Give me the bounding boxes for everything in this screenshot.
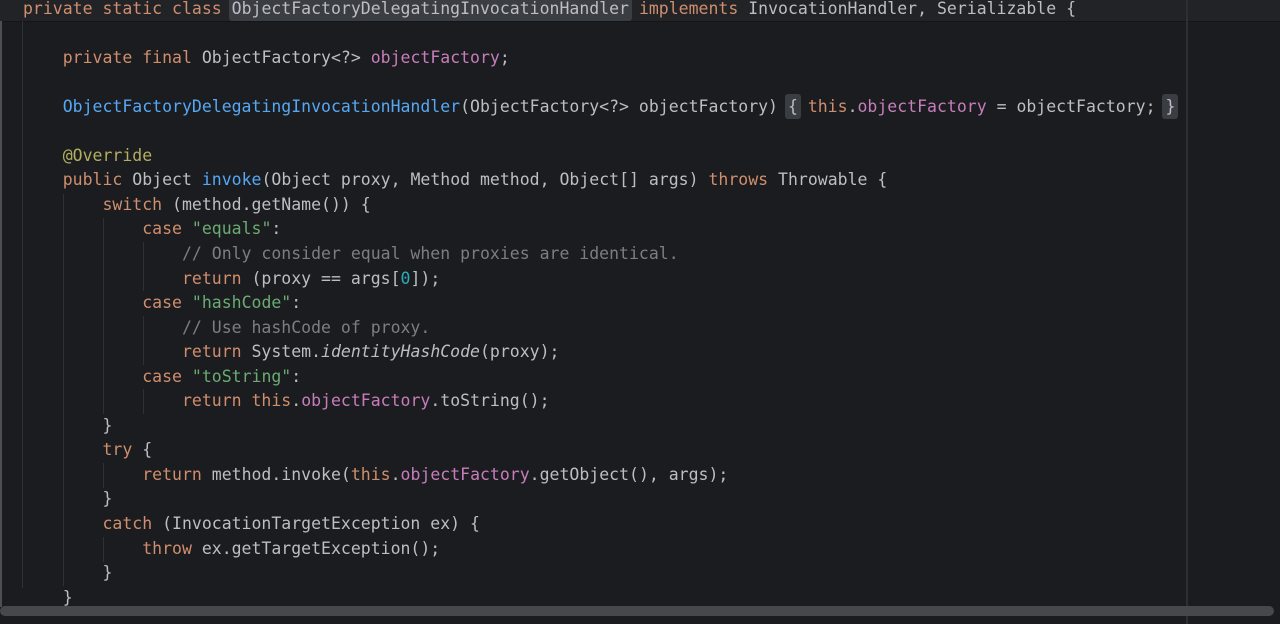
code-line: catch (InvocationTargetException ex) { bbox=[23, 512, 1175, 537]
code-line: return method.invoke(this.objectFactory.… bbox=[23, 463, 1175, 488]
code-line: } bbox=[23, 487, 1175, 512]
code-line: ObjectFactoryDelegatingInvocationHandler… bbox=[23, 95, 1175, 120]
right-margin-guide bbox=[1186, 0, 1188, 624]
gutter-edge-strip bbox=[0, 21, 2, 607]
code-line bbox=[23, 21, 1175, 46]
code-line: return (proxy == args[0]); bbox=[23, 267, 1175, 292]
code-line: // Use hashCode of proxy. bbox=[23, 316, 1175, 341]
code-line: case "hashCode": bbox=[23, 291, 1175, 316]
code-line: } bbox=[23, 414, 1175, 439]
code-editor[interactable]: private static class ObjectFactoryDelega… bbox=[0, 0, 1280, 624]
code-line: return System.identityHashCode(proxy); bbox=[23, 340, 1175, 365]
code-line: // Only consider equal when proxies are … bbox=[23, 242, 1175, 267]
code-line: @Override bbox=[23, 144, 1175, 169]
code-line: private final ObjectFactory<?> objectFac… bbox=[23, 46, 1175, 71]
code-line: case "toString": bbox=[23, 365, 1175, 390]
code-line bbox=[23, 70, 1175, 95]
highlighted-token: { bbox=[788, 97, 798, 116]
code-line bbox=[23, 119, 1175, 144]
code-line: throw ex.getTargetException(); bbox=[23, 537, 1175, 562]
code-line: public Object invoke(Object proxy, Metho… bbox=[23, 168, 1175, 193]
code-line: case "equals": bbox=[23, 217, 1175, 242]
code-area: private static class ObjectFactoryDelega… bbox=[23, 0, 1175, 610]
code-line: return this.objectFactory.toString(); bbox=[23, 389, 1175, 414]
horizontal-scrollbar[interactable] bbox=[0, 604, 1280, 618]
code-line: private static class ObjectFactoryDelega… bbox=[23, 0, 1175, 21]
code-line: switch (method.getName()) { bbox=[23, 193, 1175, 218]
highlighted-token: } bbox=[1165, 97, 1175, 116]
code-line: } bbox=[23, 561, 1175, 586]
scrollbar-thumb[interactable] bbox=[0, 606, 1274, 616]
highlighted-token: ObjectFactoryDelegatingInvocationHandler bbox=[232, 0, 629, 18]
code-line: try { bbox=[23, 438, 1175, 463]
